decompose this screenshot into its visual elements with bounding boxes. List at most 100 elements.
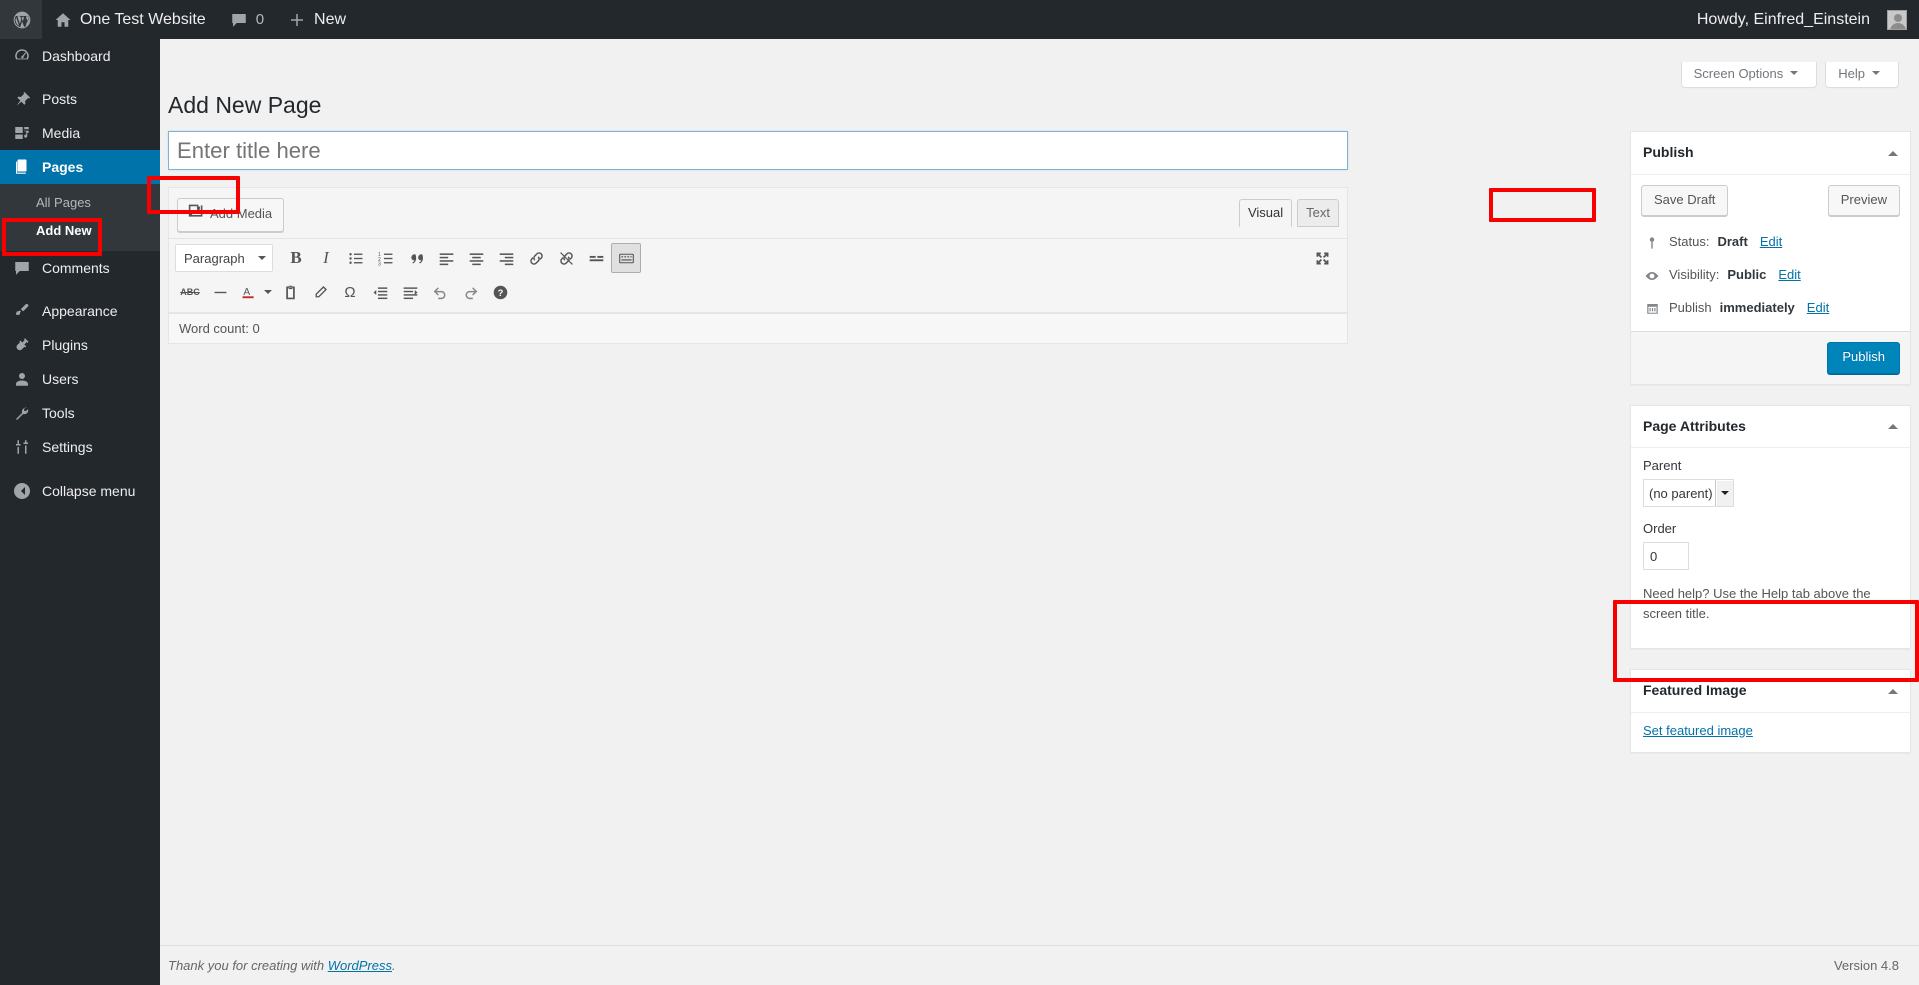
remove-link-icon[interactable] [551,243,581,273]
sidebar-item-posts[interactable]: Posts [0,82,160,116]
chevron-down-icon [1872,71,1880,79]
sidebar-item-tools[interactable]: Tools [0,396,160,430]
sidebar-item-plugins[interactable]: Plugins [0,328,160,362]
clear-formatting-icon[interactable] [305,277,335,307]
admin-bar: One Test Website 0 New Howdy, Einfred_Ei… [0,0,1919,39]
blockquote-icon[interactable] [401,243,431,273]
publish-box-header[interactable]: Publish [1631,132,1910,175]
redo-icon[interactable] [455,277,485,307]
insert-read-more-icon[interactable] [581,243,611,273]
sidebar-item-all-pages[interactable]: All Pages [0,189,160,217]
wordpress-logo-button[interactable] [0,0,42,39]
my-account-menu[interactable]: Howdy, Einfred_Einstein [1685,0,1919,39]
user-avatar-icon [1887,9,1907,30]
outdent-icon[interactable] [365,277,395,307]
undo-icon[interactable] [425,277,455,307]
tab-visual[interactable]: Visual [1238,199,1293,227]
bold-icon[interactable]: B [281,243,311,273]
horizontal-line-icon[interactable] [205,277,235,307]
sidebar-item-dashboard[interactable]: Dashboard [0,39,160,73]
sidebar-item-media[interactable]: Media [0,116,160,150]
screen-options-label: Screen Options [1693,66,1784,81]
page-attributes-header[interactable]: Page Attributes [1631,406,1910,449]
sidebar-item-add-new[interactable]: Add New [0,217,160,245]
align-left-icon[interactable] [431,243,461,273]
help-label: Help [1838,66,1865,81]
new-content-menu[interactable]: New [276,0,358,39]
title-field-wrapper [168,131,1348,170]
sidebar-item-comments[interactable]: Comments [0,251,160,285]
footer-thanks-suffix: . [392,958,396,973]
eye-icon [1643,268,1661,284]
chevron-down-icon [258,256,266,264]
add-media-button[interactable]: Add Media [177,198,285,232]
numbered-list-icon[interactable]: 123 [371,243,401,273]
home-icon [54,11,72,29]
paste-as-text-icon[interactable] [275,277,305,307]
post-visibility-row: Visibility: Public Edit [1631,259,1910,292]
publish-button[interactable]: Publish [1827,341,1900,374]
pushpin-icon [12,89,32,109]
edit-schedule-link[interactable]: Edit [1807,298,1829,319]
toggle-arrow-up-icon[interactable] [1888,146,1898,156]
tab-text[interactable]: Text [1297,199,1339,227]
order-label: Order [1643,521,1677,537]
collapse-menu-label: Collapse menu [42,483,136,499]
site-name-menu[interactable]: One Test Website [42,0,218,39]
preview-button[interactable]: Preview [1827,184,1900,217]
paragraph-format-select[interactable]: Paragraph [175,244,273,272]
italic-icon[interactable]: I [311,243,341,273]
sidebar-item-pages[interactable]: Pages [0,150,168,184]
parent-select[interactable]: (no parent) [1643,479,1734,508]
post-visibility-label: Visibility: [1669,267,1720,283]
collapse-menu-button[interactable]: Collapse menu [0,474,160,508]
comments-count: 0 [255,11,265,28]
page-title-input[interactable] [168,131,1348,170]
text-color-icon[interactable]: A [235,277,261,307]
set-featured-image-link[interactable]: Set featured image [1643,713,1753,740]
wordpress-logo-icon [12,10,32,30]
bulleted-list-icon[interactable] [341,243,371,273]
sidebar-item-settings[interactable]: Settings [0,430,160,464]
indent-icon[interactable] [395,277,425,307]
menu-separator [0,73,160,82]
wrench-icon [12,403,32,423]
howdy-label: Howdy, Einfred_Einstein [1696,10,1870,28]
wordpress-link[interactable]: WordPress [328,958,392,973]
site-name-label: One Test Website [80,10,206,28]
align-center-icon[interactable] [461,243,491,273]
toggle-arrow-up-icon[interactable] [1888,684,1898,694]
text-color-chevron-icon[interactable] [261,277,275,307]
align-right-icon[interactable] [491,243,521,273]
distraction-free-writing-icon[interactable] [1307,243,1337,273]
post-status-row: Status: Draft Edit [1631,226,1910,259]
keyboard-shortcuts-icon[interactable]: ? [485,277,515,307]
menu-order-input[interactable] [1643,542,1689,571]
sidebar-item-label: Pages [42,159,84,175]
edit-status-link[interactable]: Edit [1760,232,1782,253]
special-character-icon[interactable]: Ω [335,277,365,307]
edit-visibility-link[interactable]: Edit [1778,265,1800,286]
admin-footer: Thank you for creating with WordPress. V… [160,945,1919,985]
toggle-arrow-up-icon[interactable] [1888,419,1898,430]
svg-text:?: ? [497,288,503,298]
page-attributes-help: Need help? Use the Help tab above the sc… [1643,586,1871,621]
chevron-down-icon [1715,480,1733,507]
sidebar-item-label: Appearance [42,303,118,319]
save-draft-button[interactable]: Save Draft [1641,184,1729,217]
sidebar-item-label: Media [42,125,81,141]
toolbar-toggle-icon[interactable] [611,243,641,273]
plus-icon [288,11,306,29]
sidebar-item-users[interactable]: Users [0,362,160,396]
editor-toolbar-row-1: Paragraph B I 123 [169,241,1347,275]
help-toggle[interactable]: Help [1825,62,1899,88]
sliders-icon [12,437,32,457]
featured-image-header[interactable]: Featured Image [1631,670,1910,713]
insert-link-icon[interactable] [521,243,551,273]
sidebar-item-label: Settings [42,439,93,455]
sidebar-item-appearance[interactable]: Appearance [0,294,160,328]
admin-sidebar-menu: Dashboard Posts Media Pages All Pages Ad… [0,39,168,985]
screen-options-toggle[interactable]: Screen Options [1680,62,1818,88]
comments-menu[interactable]: 0 [218,0,276,39]
strikethrough-icon[interactable]: ABC [175,277,205,307]
